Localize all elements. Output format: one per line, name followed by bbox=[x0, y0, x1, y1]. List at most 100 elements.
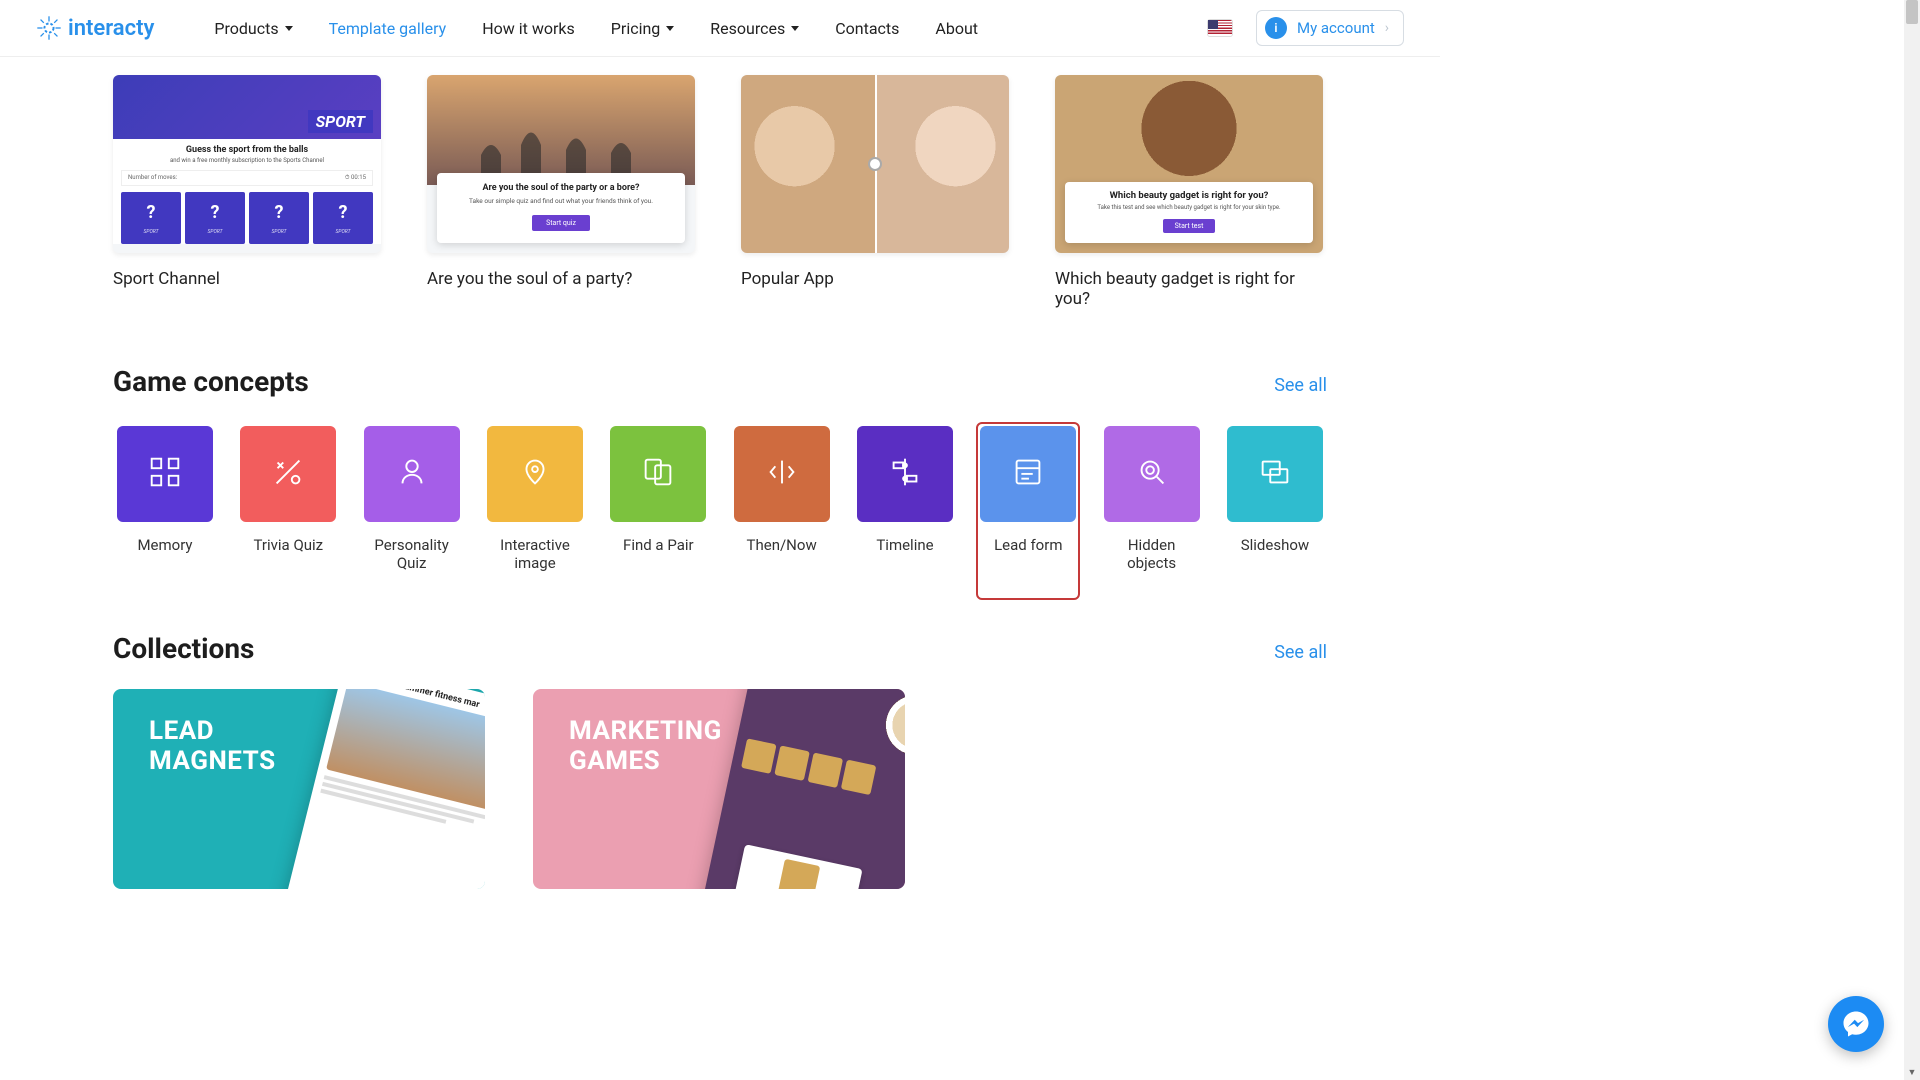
templates-row: SPORT channel Guess the sport from the b… bbox=[113, 75, 1327, 309]
thumb-beauty-title: Which beauty gadget is right for you? bbox=[1075, 190, 1303, 201]
template-card-soul-party[interactable]: Are you the soul of the party or a bore?… bbox=[427, 75, 695, 309]
concept-label: Lead form bbox=[994, 536, 1062, 554]
thumb-sport-label: SPORT bbox=[308, 110, 373, 133]
see-all-link-collections[interactable]: See all bbox=[1274, 642, 1327, 663]
template-title: Are you the soul of a party? bbox=[427, 269, 695, 289]
concept-personality-quiz[interactable]: Personality Quiz bbox=[364, 426, 460, 572]
concept-label: Slideshow bbox=[1241, 536, 1309, 554]
caret-down-icon bbox=[666, 26, 674, 31]
concept-icon bbox=[886, 453, 924, 495]
collections-row: LEADMAGNETS Summer fitness mar MARKETING… bbox=[113, 689, 1327, 889]
thumb-guess-sub: and win a free monthly subscription to t… bbox=[121, 157, 373, 164]
nav-about[interactable]: About bbox=[935, 19, 978, 38]
collection-card-marketing-games[interactable]: MARKETINGGAMES Find pairs and get a priz… bbox=[533, 689, 905, 889]
nav-how-label: How it works bbox=[482, 19, 575, 38]
topbar-right: i My account › bbox=[1208, 10, 1404, 46]
caret-down-icon bbox=[285, 26, 293, 31]
concept-find-a-pair[interactable]: Find a Pair bbox=[610, 426, 706, 554]
nav-template-gallery-label: Template gallery bbox=[329, 19, 447, 38]
concept-lead-form[interactable]: Lead form bbox=[980, 426, 1076, 554]
primary-nav: Products Template gallery How it works P… bbox=[214, 19, 1208, 38]
before-after-handle-icon bbox=[868, 157, 882, 171]
messenger-chat-button[interactable] bbox=[1828, 996, 1884, 1052]
chevron-right-icon: › bbox=[1385, 20, 1389, 36]
nav-contacts[interactable]: Contacts bbox=[835, 19, 899, 38]
top-bar: interacty Products Template gallery How … bbox=[0, 0, 1440, 57]
concept-label: Then/Now bbox=[747, 536, 817, 554]
nav-how-it-works[interactable]: How it works bbox=[482, 19, 575, 38]
template-thumb bbox=[741, 75, 1009, 253]
section-header-collections: Collections See all bbox=[113, 632, 1327, 665]
thumb-sport-sublabel: channel bbox=[340, 139, 371, 147]
concept-then-now[interactable]: Then/Now bbox=[734, 426, 830, 554]
concept-trivia-quiz[interactable]: Trivia Quiz bbox=[240, 426, 336, 554]
nav-template-gallery[interactable]: Template gallery bbox=[329, 19, 447, 38]
language-flag-us[interactable] bbox=[1208, 20, 1232, 36]
concept-label: Memory bbox=[137, 536, 192, 554]
concept-slideshow[interactable]: Slideshow bbox=[1227, 426, 1323, 554]
concept-interactive-image[interactable]: Interactive image bbox=[487, 426, 583, 572]
messenger-icon bbox=[1841, 1009, 1871, 1039]
thumb-guess-title: Guess the sport from the balls bbox=[121, 145, 373, 155]
section-title: Collections bbox=[113, 632, 254, 665]
my-account-label: My account bbox=[1297, 19, 1375, 37]
concept-icon bbox=[1009, 453, 1047, 495]
concept-tile bbox=[980, 426, 1076, 522]
concept-label: Hidden objects bbox=[1104, 536, 1200, 572]
collection-card-lead-magnets[interactable]: LEADMAGNETS Summer fitness mar bbox=[113, 689, 485, 889]
see-all-link-concepts[interactable]: See all bbox=[1274, 375, 1327, 396]
nav-products[interactable]: Products bbox=[214, 19, 292, 38]
concept-label: Find a Pair bbox=[623, 536, 694, 554]
template-title: Popular App bbox=[741, 269, 1009, 289]
template-title: Sport Channel bbox=[113, 269, 381, 289]
concept-tile bbox=[734, 426, 830, 522]
concept-icon bbox=[639, 453, 677, 495]
concept-icon bbox=[146, 453, 184, 495]
concept-icon bbox=[393, 453, 431, 495]
main-content: SPORT channel Guess the sport from the b… bbox=[113, 75, 1327, 929]
my-account-button[interactable]: i My account › bbox=[1256, 10, 1404, 46]
scrollbar-thumb[interactable] bbox=[1906, 0, 1918, 24]
thumb-party-btn: Start quiz bbox=[532, 215, 590, 231]
concept-timeline[interactable]: Timeline bbox=[857, 426, 953, 554]
concept-label: Interactive image bbox=[487, 536, 583, 572]
concept-memory[interactable]: Memory bbox=[117, 426, 213, 554]
concept-tile bbox=[117, 426, 213, 522]
section-header-game-concepts: Game concepts See all bbox=[113, 365, 1327, 398]
template-card-beauty-gadget[interactable]: Which beauty gadget is right for you? Ta… bbox=[1055, 75, 1323, 309]
concept-tile bbox=[610, 426, 706, 522]
caret-down-icon bbox=[791, 26, 799, 31]
game-concepts-row: Memory Trivia Quiz Personality Quiz Inte… bbox=[113, 422, 1327, 576]
concept-hidden-objects[interactable]: Hidden objects bbox=[1104, 426, 1200, 572]
section-title: Game concepts bbox=[113, 365, 309, 398]
concept-tile bbox=[487, 426, 583, 522]
thumb-beauty-sub: Take this test and see which beauty gadg… bbox=[1075, 204, 1303, 211]
nav-products-label: Products bbox=[214, 19, 278, 38]
nav-about-label: About bbox=[935, 19, 978, 38]
concept-tile bbox=[364, 426, 460, 522]
template-thumb: Which beauty gadget is right for you? Ta… bbox=[1055, 75, 1323, 253]
concept-tile bbox=[1104, 426, 1200, 522]
nav-pricing[interactable]: Pricing bbox=[611, 19, 675, 38]
concept-label: Timeline bbox=[876, 536, 933, 554]
nav-resources-label: Resources bbox=[710, 19, 785, 38]
concept-tile bbox=[1227, 426, 1323, 522]
thumb-beauty-btn: Start test bbox=[1163, 219, 1216, 233]
concept-icon bbox=[1133, 453, 1171, 495]
nav-resources[interactable]: Resources bbox=[710, 19, 799, 38]
concept-icon bbox=[763, 453, 801, 495]
concept-label: Personality Quiz bbox=[364, 536, 460, 572]
template-card-popular-app[interactable]: Popular App bbox=[741, 75, 1009, 309]
template-card-sport-channel[interactable]: SPORT channel Guess the sport from the b… bbox=[113, 75, 381, 309]
brand-logo[interactable]: interacty bbox=[36, 15, 154, 41]
thumb-party-sub: Take our simple quiz and find out what y… bbox=[449, 197, 673, 205]
template-thumb: Are you the soul of the party or a bore?… bbox=[427, 75, 695, 253]
scrollbar[interactable]: ▲ ▼ bbox=[1904, 0, 1920, 1080]
avatar-badge: i bbox=[1265, 17, 1287, 39]
nav-contacts-label: Contacts bbox=[835, 19, 899, 38]
concept-tile bbox=[857, 426, 953, 522]
concept-label: Trivia Quiz bbox=[254, 536, 324, 554]
scroll-down-arrow-icon[interactable]: ▼ bbox=[1904, 1064, 1920, 1080]
brand-logo-icon bbox=[36, 15, 62, 41]
thumb-moves-label: Number of moves: bbox=[128, 174, 177, 182]
